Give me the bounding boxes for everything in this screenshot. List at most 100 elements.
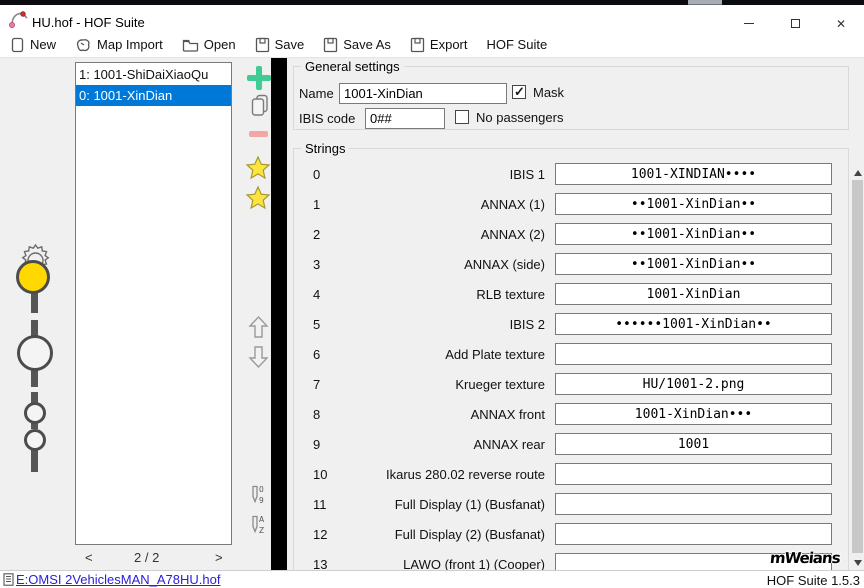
string-row-index: 10 [313, 467, 327, 482]
sort-alpha-icon[interactable]: A Z [249, 514, 268, 535]
open-button[interactable]: Open [182, 37, 236, 53]
string-row: 8 ANNAX front [287, 399, 847, 429]
page-prev-button[interactable]: < [85, 550, 93, 565]
scroll-up-icon[interactable] [854, 170, 862, 176]
string-row-input[interactable] [555, 163, 832, 185]
string-row-index: 8 [313, 407, 320, 422]
string-row-label: ANNAX (1) [327, 197, 545, 212]
route-node-small-1 [24, 402, 46, 424]
string-row-label: ANNAX rear [327, 437, 545, 452]
map-import-icon [75, 37, 92, 53]
string-row-label: ANNAX (2) [327, 227, 545, 242]
move-up-icon[interactable] [248, 315, 269, 339]
save-as-button[interactable]: Save As [323, 37, 391, 53]
new-file-icon [10, 37, 25, 53]
string-row-label: Full Display (2) (Busfanat) [327, 527, 545, 542]
strings-scrollbar[interactable] [852, 168, 863, 568]
open-label: Open [204, 37, 236, 52]
mask-label: Mask [533, 85, 564, 100]
scroll-down-icon[interactable] [854, 560, 862, 566]
strings-rows: 0 IBIS 1 1 ANNAX (1) 2 ANNAX (2) 3ANNAX (side)… [287, 159, 847, 570]
export-label: Export [430, 37, 468, 52]
string-row-index: 3 [313, 257, 320, 272]
string-row: 11Full Display (1) (Busfanat) [287, 489, 847, 519]
new-button[interactable]: New [10, 37, 56, 53]
scrollbar-thumb[interactable] [852, 180, 863, 553]
star-icon-1[interactable] [245, 155, 271, 180]
string-row-index: 13 [313, 557, 327, 570]
sort-numeric-icon[interactable]: 0 9 [249, 484, 268, 505]
string-row-index: 11 [313, 497, 327, 512]
duplicate-icon[interactable] [251, 94, 269, 117]
map-import-button[interactable]: Map Import [75, 37, 163, 53]
string-row-index: 6 [313, 347, 320, 362]
remove-icon[interactable] [249, 131, 268, 137]
string-row: 6 Add Plate texture [287, 339, 847, 369]
save-as-label: Save As [343, 37, 391, 52]
svg-text:Z: Z [259, 526, 264, 535]
string-row-index: 1 [313, 197, 320, 212]
move-down-icon[interactable] [248, 345, 269, 369]
main-toolbar: New Map Import Open Save Save As Export … [0, 32, 864, 58]
string-row-input[interactable] [555, 463, 832, 485]
route-node-small-2 [24, 429, 46, 451]
string-row-label: Add Plate texture [327, 347, 545, 362]
string-row-label: RLB texture [327, 287, 545, 302]
string-row-index: 0 [313, 167, 320, 182]
string-row-input[interactable] [555, 253, 832, 275]
string-row-input[interactable] [555, 433, 832, 455]
save-as-icon [323, 37, 338, 53]
string-row-input[interactable] [555, 343, 832, 365]
ibis-code-input[interactable] [365, 108, 445, 129]
svg-text:A: A [259, 515, 265, 524]
page-next-button[interactable]: > [215, 550, 223, 565]
watermark: mWeians [769, 549, 841, 567]
general-settings-title: General settings [301, 59, 404, 74]
string-row-input[interactable] [555, 493, 832, 515]
string-row: 5IBIS 2 [287, 309, 847, 339]
no-passengers-label: No passengers [476, 110, 563, 125]
save-icon [255, 37, 270, 53]
route-node-large [17, 335, 53, 371]
list-item[interactable]: 1: 1001-ShiDaiXiaoQu [76, 64, 231, 85]
star-icon-2[interactable] [245, 185, 271, 210]
open-folder-icon [182, 37, 199, 53]
window-title: HU.hof - HOF Suite [32, 15, 145, 30]
string-row-input[interactable] [555, 283, 832, 305]
export-button[interactable]: Export [410, 37, 468, 53]
string-row-input[interactable] [555, 223, 832, 245]
string-row-input[interactable] [555, 523, 832, 545]
list-item[interactable]: 0: 1001-XinDian [76, 85, 231, 106]
string-row-label: LAWO (front 1) (Cooper) [327, 557, 545, 570]
hof-list[interactable]: 1: 1001-ShiDaiXiaoQu0: 1001-XinDian [75, 62, 232, 545]
save-button[interactable]: Save [255, 37, 305, 53]
name-input[interactable] [339, 83, 507, 104]
ibis-code-label: IBIS code [299, 111, 355, 126]
maximize-icon [791, 19, 800, 28]
string-row: 3ANNAX (side) [287, 249, 847, 279]
string-row-index: 2 [313, 227, 320, 242]
export-icon [410, 37, 425, 53]
close-icon: ✕ [836, 18, 846, 30]
name-label: Name [299, 86, 334, 101]
mask-checkbox[interactable] [512, 85, 526, 99]
string-row-index: 5 [313, 317, 320, 332]
no-passengers-checkbox[interactable] [455, 110, 469, 124]
svg-text:9: 9 [259, 496, 264, 505]
route-node-yellow [16, 260, 50, 294]
string-row: 10Ikarus 280.02 reverse route [287, 459, 847, 489]
string-row: 2 ANNAX (2) [287, 219, 847, 249]
string-row: 9 ANNAX rear [287, 429, 847, 459]
string-row: 1 ANNAX (1) [287, 189, 847, 219]
string-row-label: IBIS 1 [327, 167, 545, 182]
string-row-input[interactable] [555, 403, 832, 425]
main-area: 1: 1001-ShiDaiXiaoQu0: 1001-XinDian 0 9 [0, 58, 864, 570]
string-row-input[interactable] [555, 373, 832, 395]
string-row: 13LAWO (front 1) (Cooper) [287, 549, 847, 570]
file-path-link[interactable]: E:OMSI 2VehiclesMAN_A78HU.hof [16, 572, 220, 587]
hof-suite-menu-button[interactable]: HOF Suite [487, 37, 548, 52]
string-row-input[interactable] [555, 313, 832, 335]
string-row-input[interactable] [555, 193, 832, 215]
string-row-index: 9 [313, 437, 320, 452]
string-row-label: ANNAX front [327, 407, 545, 422]
